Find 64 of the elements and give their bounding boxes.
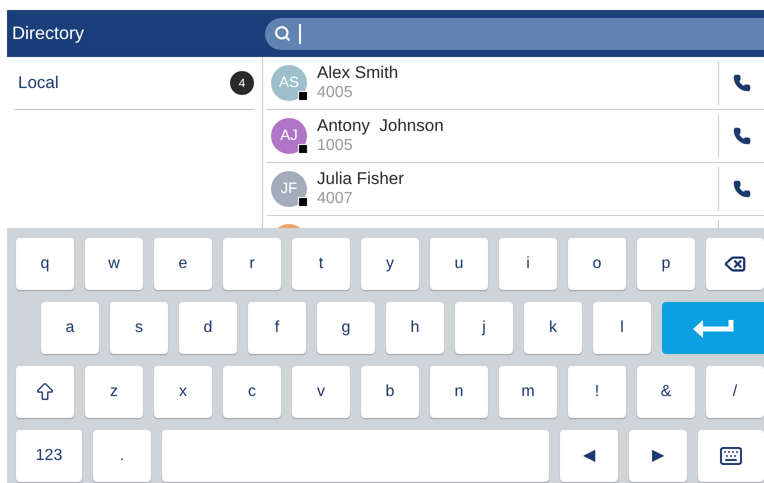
- key[interactable]: m: [499, 366, 557, 418]
- key[interactable]: i: [499, 238, 557, 290]
- key[interactable]: !: [568, 366, 626, 418]
- search-field[interactable]: [265, 18, 764, 50]
- key[interactable]: c: [223, 366, 281, 418]
- keyboard-icon: [719, 444, 743, 468]
- key[interactable]: w: [85, 238, 143, 290]
- presence-icon: [298, 197, 308, 207]
- key[interactable]: t: [292, 238, 350, 290]
- key[interactable]: d: [179, 302, 237, 354]
- key[interactable]: z: [85, 366, 143, 418]
- key[interactable]: 123: [16, 430, 82, 482]
- phone-icon: [732, 180, 750, 198]
- presence-icon: [298, 91, 308, 101]
- key[interactable]: q: [16, 238, 74, 290]
- key[interactable]: r: [223, 238, 281, 290]
- count-badge: 4: [230, 71, 254, 95]
- key[interactable]: l: [593, 302, 651, 354]
- contact-number: 4005: [317, 83, 354, 103]
- contact-name: Alex Smith: [317, 63, 400, 83]
- sidebar-label: Local: [18, 72, 59, 94]
- key[interactable]: a: [41, 302, 99, 354]
- key[interactable]: h: [386, 302, 444, 354]
- contact-number: 4007: [317, 189, 354, 209]
- header-title: Directory: [11, 22, 86, 45]
- key[interactable]: f: [248, 302, 306, 354]
- key[interactable]: k: [524, 302, 582, 354]
- key[interactable]: y: [361, 238, 419, 290]
- key[interactable]: ▶: [629, 430, 687, 482]
- key[interactable]: s: [110, 302, 168, 354]
- contact-row[interactable]: AS Alex Smith 4005: [267, 57, 764, 110]
- key[interactable]: ◀: [560, 430, 618, 482]
- shift-key[interactable]: [16, 366, 74, 418]
- backspace-key[interactable]: [706, 238, 764, 290]
- contact-row[interactable]: AJ Antony Johnson 1005: [267, 110, 764, 163]
- key[interactable]: g: [317, 302, 375, 354]
- key[interactable]: n: [430, 366, 488, 418]
- key[interactable]: o: [568, 238, 626, 290]
- avatar: AS: [271, 65, 307, 101]
- shift-icon: [34, 381, 56, 403]
- key[interactable]: j: [455, 302, 513, 354]
- key[interactable]: /: [706, 366, 764, 418]
- search-icon: [274, 25, 291, 42]
- phone-icon: [732, 127, 750, 145]
- enter-key[interactable]: [662, 302, 764, 354]
- contact-name: Antony Johnson: [317, 116, 445, 136]
- key[interactable]: .: [93, 430, 151, 482]
- key[interactable]: p: [637, 238, 695, 290]
- hide-keyboard-key[interactable]: [698, 430, 764, 482]
- key[interactable]: &: [637, 366, 695, 418]
- avatar: JF: [271, 171, 307, 207]
- avatar: AJ: [271, 118, 307, 154]
- return-arrow-icon: [691, 317, 735, 339]
- contact-row[interactable]: JF Julia Fisher 4007: [267, 163, 764, 216]
- sidebar-item[interactable]: Local 4: [15, 57, 254, 110]
- contact-number: 1005: [317, 136, 354, 156]
- key[interactable]: v: [292, 366, 350, 418]
- key[interactable]: e: [154, 238, 212, 290]
- presence-icon: [298, 144, 308, 154]
- contact-name: Julia Fisher: [317, 169, 405, 189]
- key[interactable]: u: [430, 238, 488, 290]
- key[interactable]: x: [154, 366, 212, 418]
- phone-icon: [732, 74, 750, 92]
- key[interactable]: b: [361, 366, 419, 418]
